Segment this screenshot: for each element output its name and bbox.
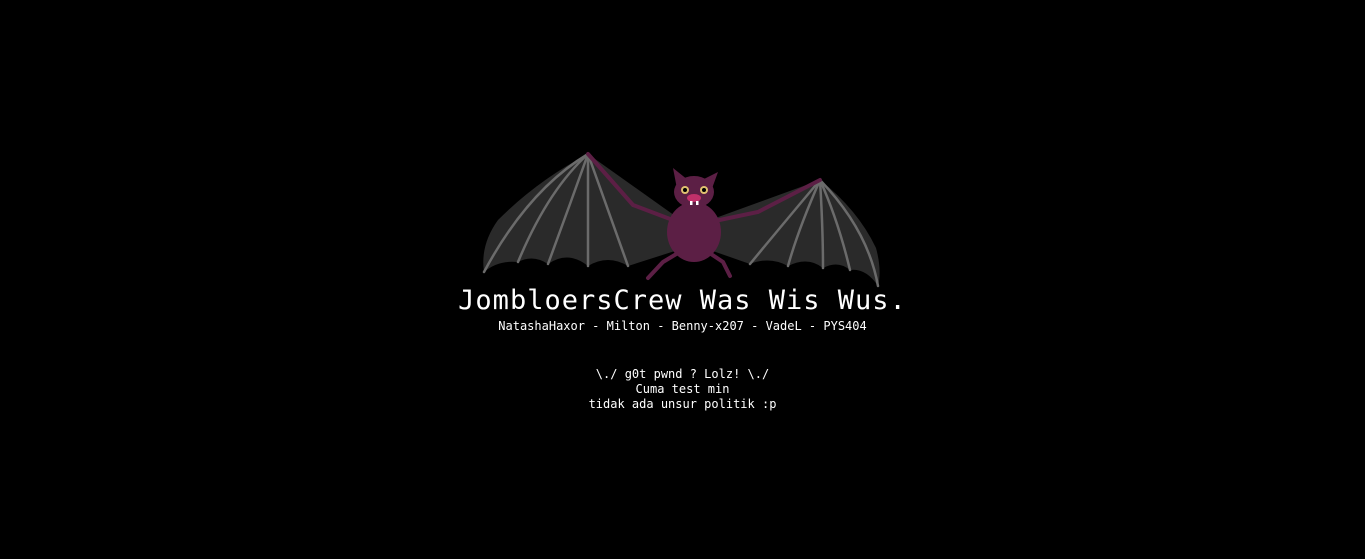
crew-members: NatashaHaxor - Milton - Benny-x207 - Vad… [498, 319, 867, 333]
bat-body [667, 202, 721, 262]
message-line: tidak ada unsur politik :p [588, 397, 777, 411]
bat-icon [482, 152, 880, 288]
page-title: JombloersCrew Was Wis Wus. [458, 285, 907, 316]
defacement-page: JombloersCrew Was Wis Wus. NatashaHaxor … [0, 0, 1365, 559]
bat-head [673, 168, 718, 208]
message-line: \./ g0t pwnd ? Lolz! \./ [595, 367, 770, 381]
bat-right-wing [710, 180, 880, 286]
message-block: \./ g0t pwnd ? Lolz! \./ Cuma test min t… [0, 367, 1365, 412]
message-line: Cuma test min [635, 382, 730, 396]
